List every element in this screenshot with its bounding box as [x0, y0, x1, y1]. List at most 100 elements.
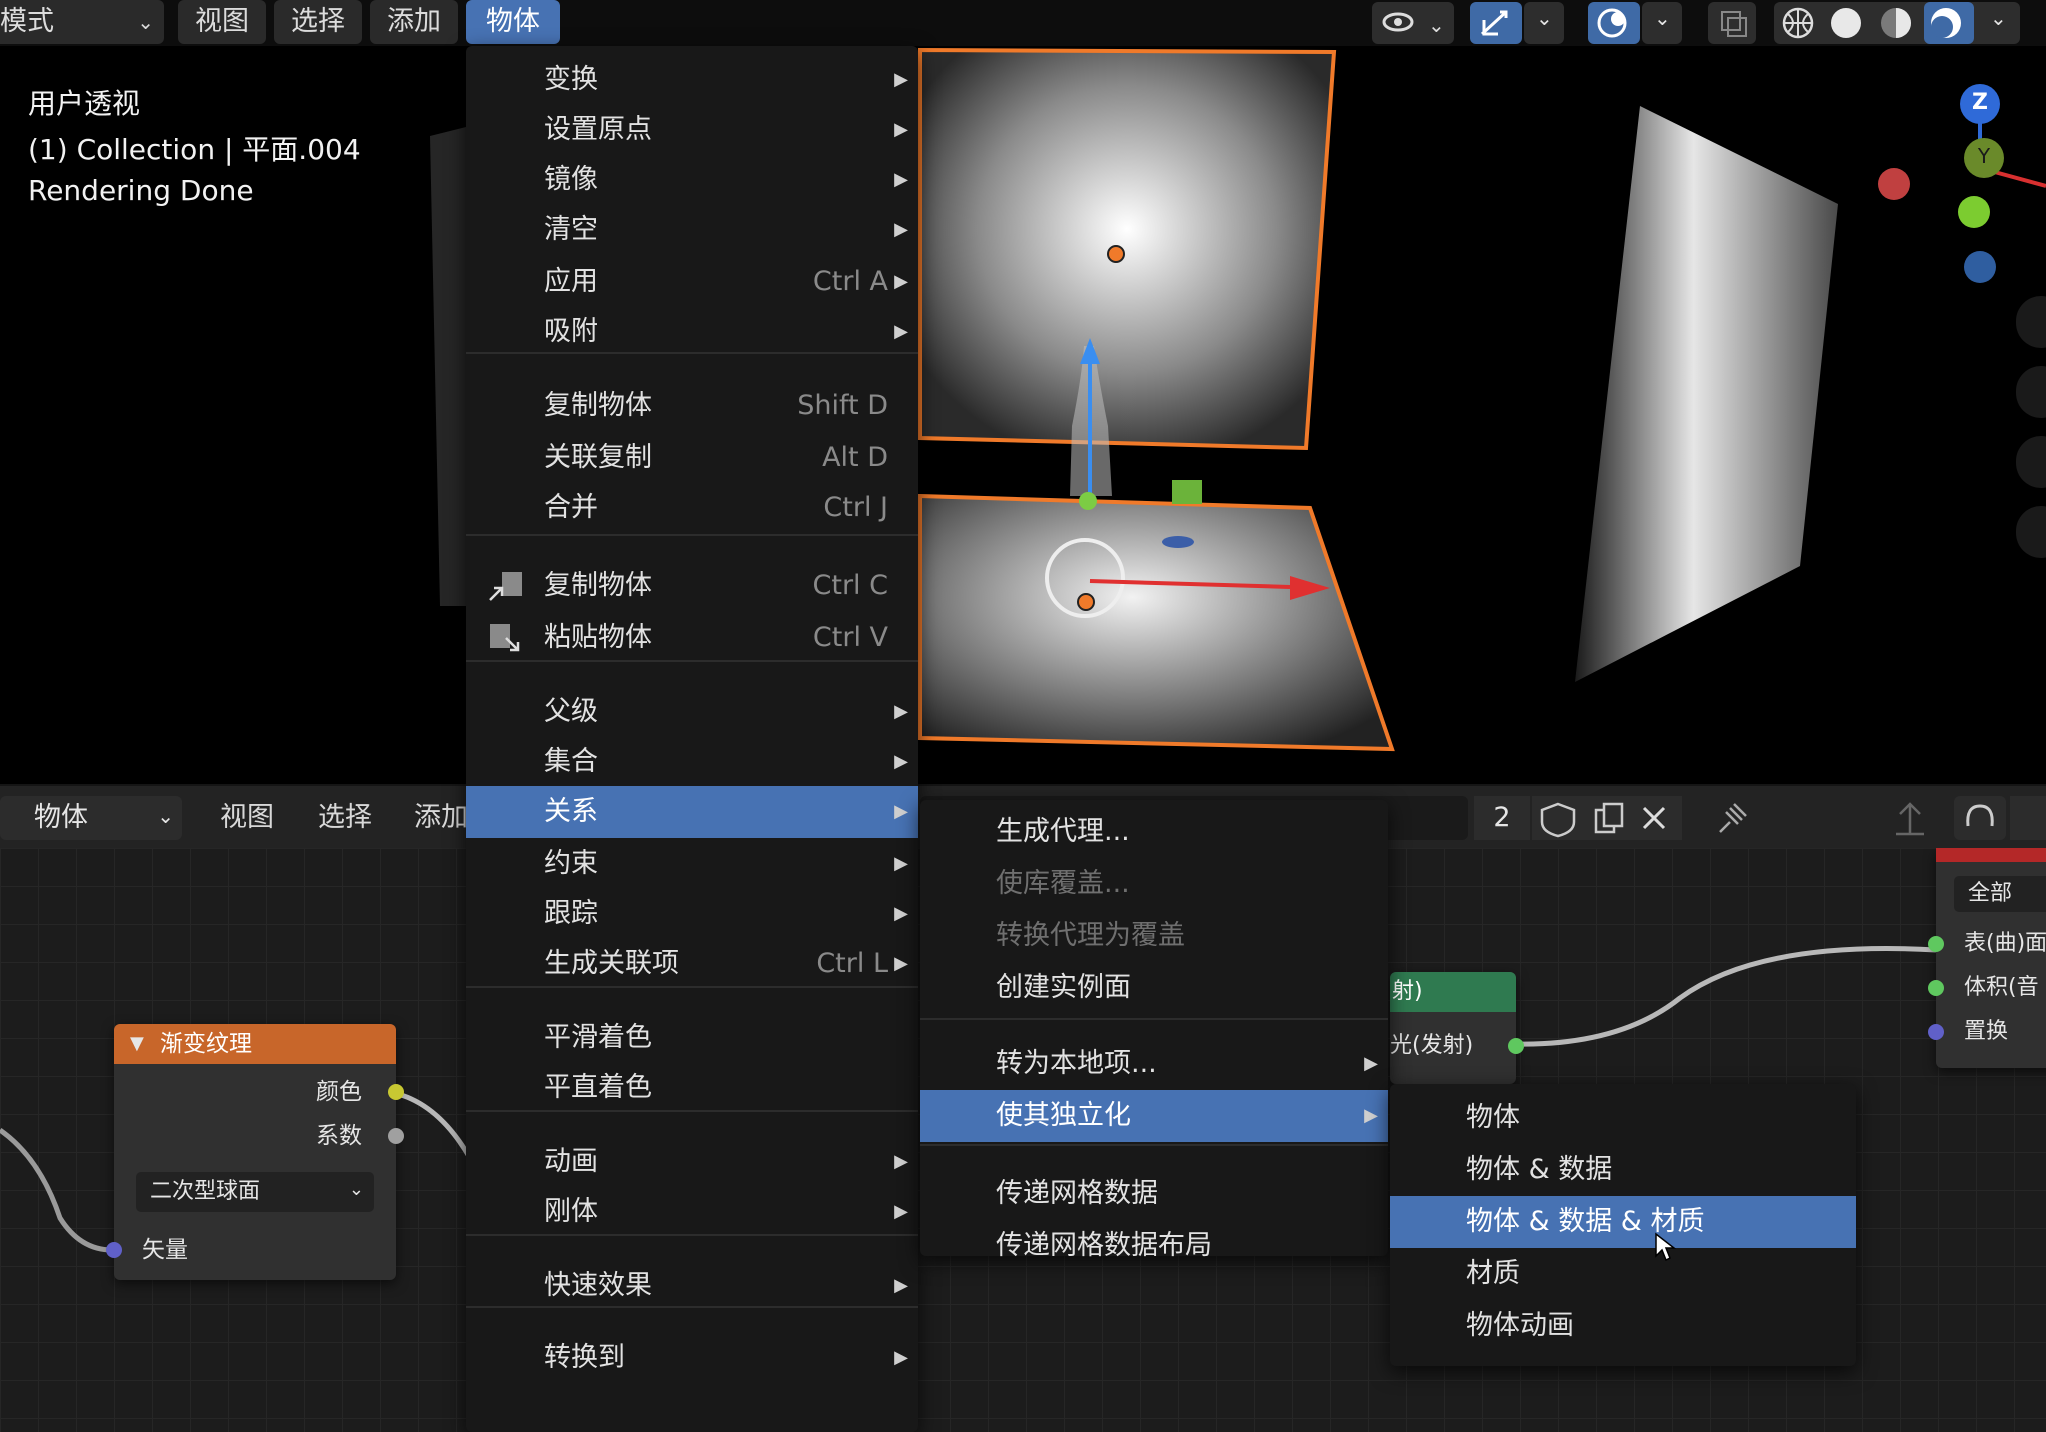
menu-item-relations[interactable]: 关系 ▶: [466, 786, 918, 838]
y-handle[interactable]: [1079, 492, 1097, 510]
menu-item-make-library-override[interactable]: 使库覆盖...: [920, 858, 1388, 910]
duplicate-material-icon[interactable]: [1594, 802, 1624, 834]
snapping-toggle[interactable]: [1954, 796, 2006, 840]
menu-item-make-local[interactable]: 转为本地项... ▶: [920, 1038, 1388, 1090]
input-volume-socket[interactable]: [1928, 980, 1944, 996]
overlay-dropdown[interactable]: ⌄: [1642, 2, 1682, 44]
zoom-icon[interactable]: [2016, 296, 2046, 348]
menu-select[interactable]: 选择: [274, 0, 362, 44]
collapse-arrow-icon[interactable]: ▼: [130, 1024, 144, 1064]
menu-item-materials[interactable]: 材质: [1390, 1248, 1856, 1300]
menu-view[interactable]: 视图: [178, 0, 266, 44]
menu-item-copy-objects[interactable]: 复制物体 Ctrl C: [466, 560, 918, 612]
menu-item-paste-objects[interactable]: 粘贴物体 Ctrl V: [466, 612, 918, 664]
gizmo-neg-x[interactable]: [1878, 168, 1910, 200]
plane-handle[interactable]: [1172, 480, 1202, 504]
menu-item-set-origin[interactable]: 设置原点 ▶: [466, 104, 918, 156]
gradient-type-dropdown[interactable]: 二次型球面 ⌄: [136, 1172, 374, 1212]
material-output-node[interactable]: 全部 表(曲)面 体积(音 置换: [1928, 848, 2046, 1068]
plane-floor[interactable]: [918, 493, 1395, 752]
3d-viewport[interactable]: Z Y 用户透视 (1) Collection | 平面.004 Renderi…: [0, 46, 2046, 784]
menu-item-convert[interactable]: 转换到 ▶: [466, 1332, 918, 1384]
make-single-user-submenu: 物体 物体 & 数据 物体 & 数据 & 材质 材质 物体动画: [1390, 1084, 1856, 1366]
pan-icon[interactable]: [2016, 366, 2046, 418]
menu-item-collection[interactable]: 集合 ▶: [466, 736, 918, 788]
menu-item-make-proxy[interactable]: 生成代理...: [920, 806, 1388, 858]
menu-item-clear[interactable]: 清空 ▶: [466, 204, 918, 256]
menu-item-duplicate-linked[interactable]: 关联复制 Alt D: [466, 432, 918, 484]
menu-item-link-transfer-data[interactable]: 生成关联项 Ctrl L ▶: [466, 938, 918, 990]
parent-node-tree-icon[interactable]: [1888, 796, 1932, 840]
node-header[interactable]: ▼ 渐变纹理: [114, 1024, 396, 1064]
xray-toggle[interactable]: [1708, 2, 1756, 44]
overlay-toggle[interactable]: [1588, 2, 1640, 44]
menu-item-convert-proxy-to-override[interactable]: 转换代理为覆盖: [920, 910, 1388, 962]
menu-item-transfer-mesh-data-layout[interactable]: 传递网格数据布局: [920, 1220, 1388, 1272]
gizmo-toggle[interactable]: [1470, 2, 1522, 44]
menu-item-make-single-user[interactable]: 使其独立化 ▶: [920, 1090, 1388, 1142]
menu-item-track[interactable]: 跟踪 ▶: [466, 888, 918, 940]
menu-item-join[interactable]: 合并 Ctrl J: [466, 482, 918, 534]
menu-item-make-instance-face[interactable]: 创建实例面: [920, 962, 1388, 1014]
output-factor-socket[interactable]: [388, 1128, 404, 1144]
fake-user-shield-icon[interactable]: [1540, 802, 1576, 838]
menu-add[interactable]: 添加: [370, 0, 458, 44]
menu-item-label: 跟踪: [544, 898, 598, 929]
menu-item-parent[interactable]: 父级 ▶: [466, 686, 918, 738]
menu-item-object-animation[interactable]: 物体动画: [1390, 1300, 1856, 1352]
target-dropdown[interactable]: 全部: [1954, 876, 2046, 912]
pin-icon[interactable]: [1712, 798, 1752, 838]
close-icon[interactable]: [1642, 806, 1666, 830]
node-menu-select[interactable]: 选择: [318, 796, 372, 840]
grid-snap-icon[interactable]: [2010, 796, 2046, 840]
wireframe-shading-icon[interactable]: [1782, 7, 1814, 39]
menu-item-animation[interactable]: 动画 ▶: [466, 1136, 918, 1188]
menu-item-shade-flat[interactable]: 平直着色: [466, 1062, 918, 1114]
mode-dropdown[interactable]: 模式 ⌄: [0, 0, 164, 44]
menu-item-duplicate-objects[interactable]: 复制物体 Shift D: [466, 380, 918, 432]
material-shading-icon[interactable]: [1881, 8, 1911, 38]
menu-item-transfer-mesh-data[interactable]: 传递网格数据: [920, 1168, 1388, 1220]
node-header[interactable]: [1936, 848, 2046, 862]
shading-dropdown[interactable]: ⌄: [1976, 2, 2020, 44]
menu-item-object-data[interactable]: 物体 & 数据: [1390, 1144, 1856, 1196]
solid-shading-icon[interactable]: [1831, 8, 1861, 38]
material-user-count[interactable]: 2: [1474, 796, 1530, 840]
perspective-icon[interactable]: [2016, 506, 2046, 558]
menu-item-rigid-body[interactable]: 刚体 ▶: [466, 1186, 918, 1238]
menu-item-apply[interactable]: 应用 Ctrl A ▶: [466, 256, 918, 308]
rendered-shading-icon[interactable]: [1931, 8, 1961, 38]
input-displacement-socket[interactable]: [1928, 1024, 1944, 1040]
object-type-dropdown[interactable]: 物体 ⌄: [0, 796, 182, 840]
menu-item-object-data-material[interactable]: 物体 & 数据 & 材质: [1390, 1196, 1856, 1248]
menu-item-object[interactable]: 物体: [1390, 1092, 1856, 1144]
gradient-texture-node[interactable]: ▼ 渐变纹理 颜色 系数 二次型球面 ⌄ 矢量: [106, 1024, 404, 1280]
gizmo-neg-z[interactable]: [1964, 251, 1996, 283]
input-vector-label: 矢量: [142, 1237, 188, 1263]
gizmo-neg-y[interactable]: [1958, 196, 1990, 228]
menu-item-constraint[interactable]: 约束 ▶: [466, 838, 918, 890]
menu-separator: [466, 534, 918, 536]
overlay-icon: [1597, 8, 1627, 38]
node-menu-view[interactable]: 视图: [220, 796, 274, 840]
input-vector-socket[interactable]: [106, 1242, 122, 1258]
node-menu-add[interactable]: 添加: [414, 796, 468, 840]
menu-item-transform[interactable]: 变换 ▶: [466, 54, 918, 106]
node-header[interactable]: 射): [1390, 972, 1516, 1012]
menu-object[interactable]: 物体: [466, 0, 560, 44]
output-emission-socket[interactable]: [1508, 1038, 1524, 1054]
visibility-dropdown[interactable]: ⌄: [1372, 2, 1454, 44]
emission-node[interactable]: 射) 光(发射): [1390, 972, 1524, 1084]
gizmo-dropdown[interactable]: ⌄: [1524, 2, 1564, 44]
plane-back[interactable]: [918, 47, 1337, 451]
menu-item-snap[interactable]: 吸附 ▶: [466, 306, 918, 358]
camera-icon[interactable]: [2016, 436, 2046, 488]
chevron-down-icon: ⌄: [1990, 6, 2007, 30]
output-color-socket[interactable]: [388, 1084, 404, 1100]
submenu-arrow-icon: ▶: [894, 853, 908, 874]
menu-item-shade-smooth[interactable]: 平滑着色: [466, 1012, 918, 1064]
menu-item-mirror[interactable]: 镜像 ▶: [466, 154, 918, 206]
menu-item-label: 转换代理为覆盖: [996, 920, 1185, 951]
input-surface-socket[interactable]: [1928, 936, 1944, 952]
menu-item-quick-effects[interactable]: 快速效果 ▶: [466, 1260, 918, 1312]
